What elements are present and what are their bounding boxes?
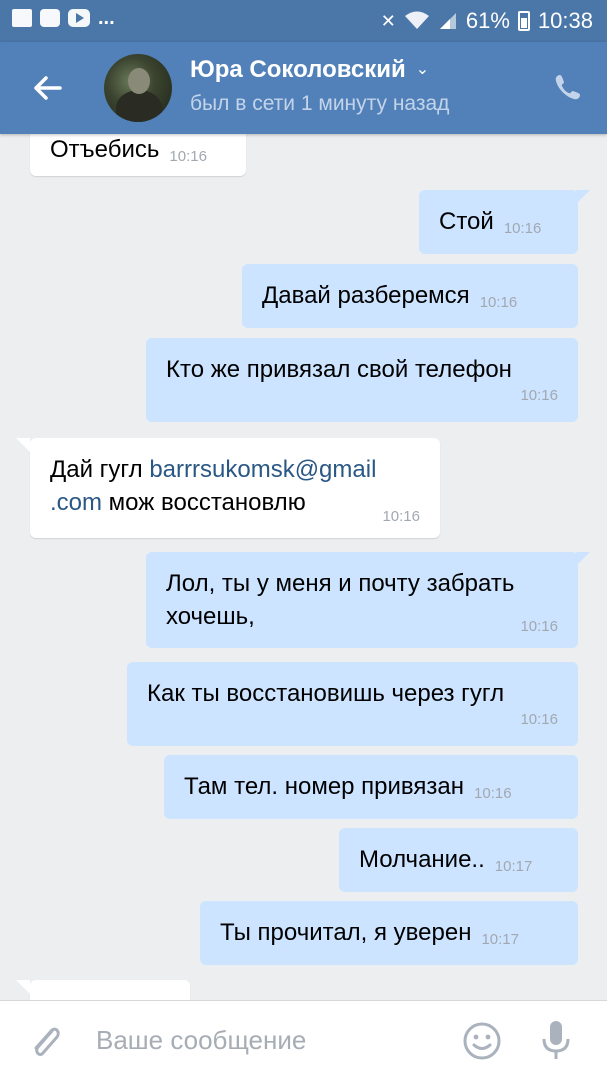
message-composer: Ваше сообщение <box>0 1000 607 1081</box>
back-arrow-icon[interactable] <box>30 70 66 106</box>
clock: 10:38 <box>537 8 593 33</box>
message-outgoing[interactable]: Давай разберемся 10:16 <box>242 264 578 328</box>
message-time: 10:17 <box>481 931 519 948</box>
message-text: Дай гугл <box>50 456 150 483</box>
message-outgoing[interactable]: Там тел. номер привязан 10:16 <box>164 755 578 819</box>
message-incoming-partial[interactable] <box>16 980 190 1000</box>
battery-icon <box>517 11 530 31</box>
more-notifications: ... <box>98 7 115 29</box>
message-outgoing[interactable]: Молчание.. 10:17 <box>339 828 578 892</box>
message-time: 10:16 <box>479 294 518 311</box>
system-icons: ✕ 61% 10:38 <box>381 8 593 34</box>
attach-icon[interactable] <box>28 1021 64 1061</box>
emoji-icon[interactable] <box>462 1021 502 1061</box>
message-incoming[interactable]: Отъебись 10:16 <box>30 134 246 176</box>
microphone-icon[interactable] <box>540 1019 572 1063</box>
message-time: 10:16 <box>169 148 207 165</box>
last-seen-status: был в сети 1 минуту назад <box>190 92 450 115</box>
message-text: Кто же привязал свой телефон <box>166 356 512 383</box>
message-text: мож восстановлю <box>102 489 306 516</box>
battery-percent: 61% <box>465 8 510 33</box>
message-text: Стой <box>439 208 494 235</box>
message-text: Ты прочитал, я уверен <box>220 919 472 946</box>
avatar[interactable] <box>104 54 172 122</box>
message-list[interactable]: Отъебись 10:16 Стой 10:16 Давай разберемся… <box>0 134 607 1000</box>
message-time: 10:16 <box>503 220 542 237</box>
message-outgoing[interactable]: Как ты восстановишь через гугл 10:16 <box>127 662 578 746</box>
message-time: 10:16 <box>382 508 420 525</box>
signal-icon <box>439 13 456 29</box>
chat-header: Юра Соколовский ⌄ был в сети 1 минуту наз… <box>0 42 607 134</box>
message-text: Как ты восстановишь через гугл <box>147 680 505 707</box>
message-incoming[interactable]: Дай гугл barrrsukomsk@gmail .com мож восс… <box>16 438 440 538</box>
message-time: 10:16 <box>474 785 512 802</box>
notification-icons: ... <box>12 7 115 29</box>
contact-name: Юра Соколовский <box>190 56 406 83</box>
message-text: Отъебись <box>50 136 160 163</box>
email-link-domain[interactable]: .com <box>50 489 102 516</box>
message-text: Там тел. номер привязан <box>184 773 465 800</box>
message-outgoing[interactable]: Ты прочитал, я уверен 10:17 <box>200 901 578 965</box>
message-text: Молчание.. <box>359 846 485 873</box>
message-outgoing[interactable]: Стой 10:16 <box>419 190 590 254</box>
message-time: 10:16 <box>520 711 558 728</box>
status-bar: ... ✕ 61% 10:38 <box>0 0 607 42</box>
mute-icon: ✕ <box>380 10 396 31</box>
message-input[interactable]: Ваше сообщение <box>96 1025 306 1056</box>
chevron-down-icon: ⌄ <box>415 61 430 78</box>
gallery-icon <box>12 9 32 27</box>
contact-name-button[interactable]: Юра Соколовский ⌄ <box>190 56 429 84</box>
youtube-icon <box>68 9 90 27</box>
message-outgoing[interactable]: Кто же привязал свой телефон 10:16 <box>146 338 578 422</box>
message-icon <box>40 9 60 27</box>
wifi-icon <box>404 11 429 29</box>
message-text: Лол, ты у меня и почту забрать хочешь, <box>166 570 515 630</box>
message-time: 10:16 <box>520 387 558 404</box>
message-text: Давай разберемся <box>262 282 470 309</box>
email-link[interactable]: barrrsukomsk@gmail <box>149 456 376 483</box>
message-outgoing[interactable]: Лол, ты у меня и почту забрать хочешь, 1… <box>146 552 590 648</box>
phone-icon[interactable] <box>553 72 583 102</box>
message-time: 10:16 <box>520 618 558 635</box>
message-time: 10:17 <box>494 858 533 875</box>
